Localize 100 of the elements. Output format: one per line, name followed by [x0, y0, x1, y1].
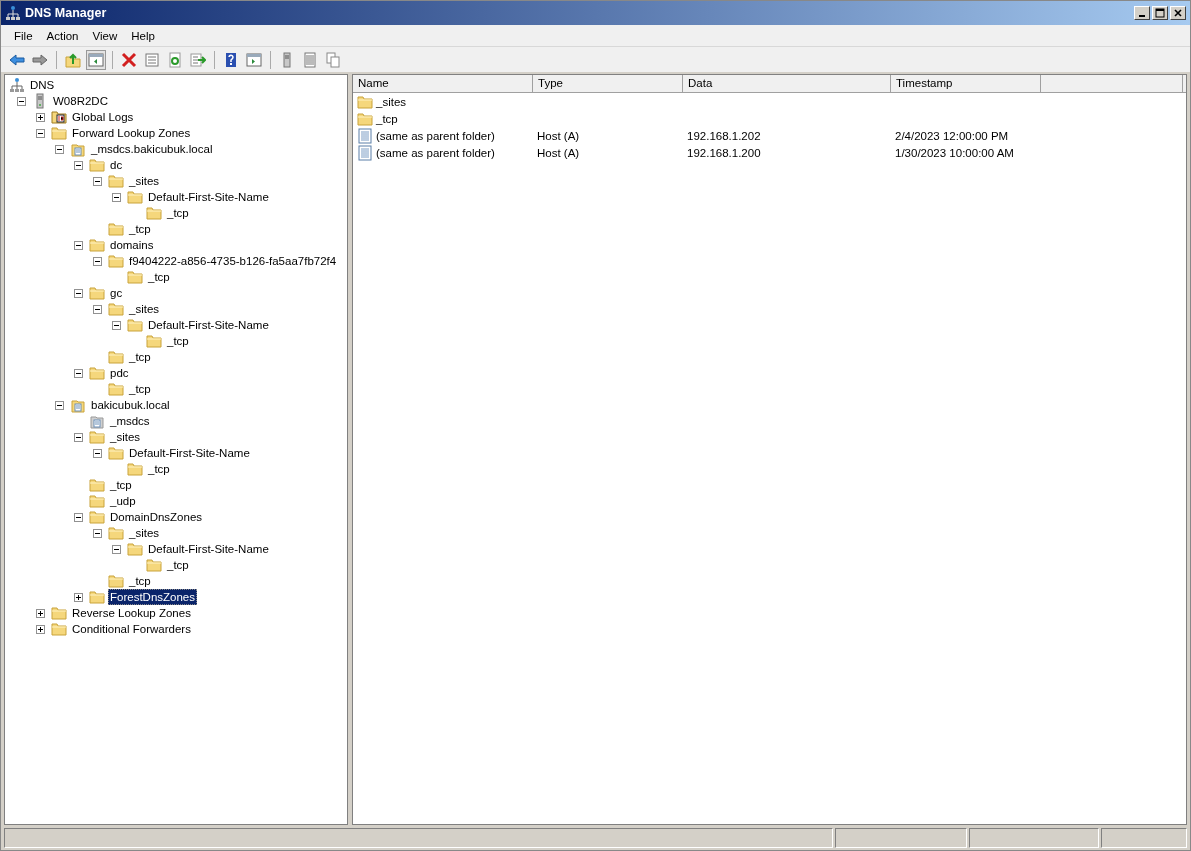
tree-item[interactable]: _tcp [165, 333, 191, 349]
collapse-toggle[interactable] [73, 432, 83, 442]
tree-item[interactable]: Default-First-Site-Name [127, 445, 252, 461]
name-cell: (same as parent folder) [376, 129, 495, 142]
tree-item[interactable]: W08R2DC [51, 93, 110, 109]
tree-item[interactable]: bakicubuk.local [89, 397, 172, 413]
minimize-icon [1139, 15, 1145, 17]
folder-icon [89, 157, 105, 173]
collapse-toggle[interactable] [92, 256, 102, 266]
tree-item[interactable]: Default-First-Site-Name [146, 189, 271, 205]
tree-item[interactable]: _tcp [146, 461, 172, 477]
folder-icon [89, 589, 105, 605]
tree-item[interactable]: f9404222-a856-4735-b126-fa5aa7fb72f4 [127, 253, 339, 269]
tree-item[interactable]: _msdcs [108, 413, 152, 429]
tree-item[interactable]: DNS [28, 77, 57, 93]
zone-icon [89, 413, 105, 429]
menu-item[interactable]: View [85, 27, 125, 44]
collapse-toggle[interactable] [35, 128, 45, 138]
folder-icon [146, 557, 162, 573]
network-icon [5, 5, 21, 21]
collapse-toggle[interactable] [73, 240, 83, 250]
name-cell: (same as parent folder) [376, 146, 495, 159]
folder-icon [108, 381, 124, 397]
tree-pane-icon[interactable] [86, 49, 106, 70]
folder-icon [127, 541, 143, 557]
expand-toggle[interactable] [35, 608, 45, 618]
name-cell: _tcp [376, 112, 398, 125]
tree-item[interactable]: ForestDnsZones [108, 589, 197, 605]
collapse-toggle[interactable] [73, 368, 83, 378]
column-header[interactable]: Type [533, 75, 683, 92]
tree-item[interactable]: _tcp [165, 205, 191, 221]
close-button[interactable] [1170, 6, 1186, 20]
folder-icon [357, 93, 373, 110]
tree-item[interactable]: Global Logs [70, 109, 136, 125]
collapse-toggle[interactable] [73, 512, 83, 522]
collapse-toggle[interactable] [111, 544, 121, 554]
tree-item[interactable]: _udp [108, 493, 138, 509]
tree-item[interactable]: Default-First-Site-Name [146, 317, 271, 333]
tree-item[interactable]: _sites [127, 525, 162, 541]
folder-icon [89, 493, 105, 509]
zone-icon [70, 141, 86, 157]
tree-item[interactable]: _sites [127, 301, 162, 317]
collapse-toggle[interactable] [111, 192, 121, 202]
data-cell: 192.168.1.200 [687, 146, 761, 159]
tree-item[interactable]: gc [108, 285, 125, 301]
tree-item[interactable]: _tcp [127, 349, 153, 365]
expand-toggle[interactable] [73, 592, 83, 602]
expand-toggle[interactable] [35, 624, 45, 634]
collapse-toggle[interactable] [111, 320, 121, 330]
tree-item[interactable]: domains [108, 237, 156, 253]
folder-icon [108, 253, 124, 269]
tree-item[interactable]: _sites [108, 429, 143, 445]
tree-item[interactable]: _tcp [127, 573, 153, 589]
folder-icon [89, 285, 105, 301]
tree-item[interactable]: DomainDnsZones [108, 509, 205, 525]
type-cell: Host (A) [537, 146, 580, 159]
collapse-toggle[interactable] [73, 160, 83, 170]
tree-item[interactable]: _tcp [165, 557, 191, 573]
record-icon [357, 127, 373, 144]
collapse-toggle[interactable] [92, 448, 102, 458]
tree-item[interactable]: _sites [127, 173, 162, 189]
collapse-toggle[interactable] [92, 176, 102, 186]
maximize-button[interactable] [1152, 6, 1168, 20]
collapse-toggle[interactable] [92, 304, 102, 314]
folder-icon [89, 509, 105, 525]
folder-icon [127, 461, 143, 477]
folder-icon [89, 237, 105, 253]
folder-icon [51, 605, 67, 621]
folder-icon [108, 349, 124, 365]
tree-item[interactable]: _tcp [108, 477, 134, 493]
folder-icon [108, 301, 124, 317]
collapse-toggle[interactable] [73, 288, 83, 298]
tree-item[interactable]: pdc [108, 365, 131, 381]
menu-item[interactable]: Help [124, 27, 162, 44]
column-header[interactable]: Name [353, 75, 533, 92]
collapse-toggle[interactable] [92, 528, 102, 538]
expand-toggle[interactable] [35, 112, 45, 122]
tree-item[interactable]: _tcp [146, 269, 172, 285]
folder-icon [89, 365, 105, 381]
tree-item[interactable]: dc [108, 157, 125, 173]
tree-item[interactable]: _msdcs.bakicubuk.local [89, 141, 215, 157]
tree-item[interactable]: _tcp [127, 221, 153, 237]
type-cell: Host (A) [537, 129, 580, 142]
column-header[interactable]: Timestamp [891, 75, 1041, 92]
tree-item[interactable]: Conditional Forwarders [70, 621, 193, 637]
tree-item[interactable]: Forward Lookup Zones [70, 125, 193, 141]
data-cell: 192.168.1.202 [687, 129, 761, 142]
tree-item[interactable]: Reverse Lookup Zones [70, 605, 193, 621]
collapse-toggle[interactable] [54, 400, 64, 410]
minimize-button[interactable] [1134, 6, 1150, 20]
folder-icon [108, 525, 124, 541]
collapse-toggle[interactable] [54, 144, 64, 154]
collapse-toggle[interactable] [16, 96, 26, 106]
folder-icon [108, 445, 124, 461]
tree-item[interactable]: Default-First-Site-Name [146, 541, 271, 557]
menu-item[interactable]: Action [39, 27, 86, 44]
column-header[interactable]: Data [683, 75, 891, 92]
tree-item[interactable]: _tcp [127, 381, 153, 397]
folder-icon [108, 221, 124, 237]
menu-item[interactable]: File [7, 27, 40, 44]
